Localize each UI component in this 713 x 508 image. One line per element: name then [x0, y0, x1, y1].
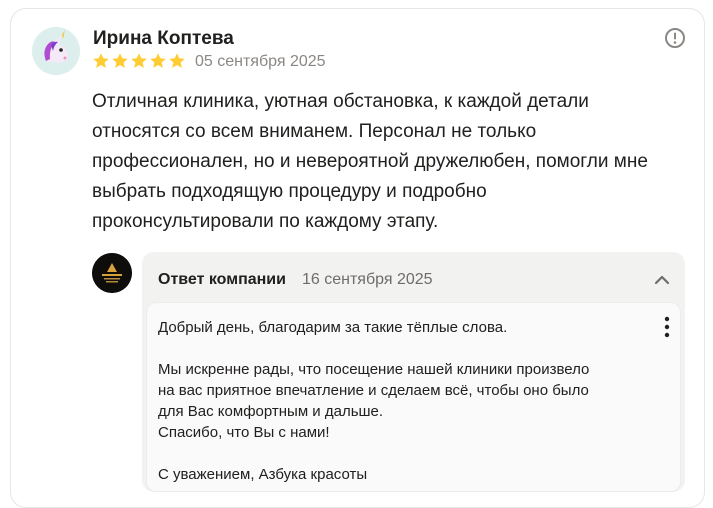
kebab-menu-icon[interactable] [660, 315, 674, 339]
star-icon [150, 53, 166, 68]
reply-line: С уважением, Азбука красоты [158, 466, 368, 483]
review-text-line: профессионален, но и невероятной дружелю… [92, 151, 648, 172]
review-card: Ирина Коптева 05 сентября 2025 Отличная … [10, 8, 705, 508]
review-author[interactable]: Ирина Коптева [93, 28, 234, 50]
reply-line: для Вас комфортным и дальше. [158, 403, 384, 420]
star-icon [131, 53, 147, 68]
review-text-line: Отличная клиника, уютная обстановка, к к… [92, 91, 589, 112]
reply-line: Добрый день, благодарим за такие тёплые … [158, 319, 508, 336]
star-icon [93, 53, 109, 68]
reply-body: Добрый день, благодарим за такие тёплые … [146, 302, 681, 492]
review-text-line: проконсультировали по каждому этапу. [92, 211, 439, 232]
star-icon [112, 53, 128, 68]
user-avatar[interactable] [32, 27, 80, 75]
review-text: Отличная клиника, уютная обстановка, к к… [92, 87, 682, 237]
info-circle-icon[interactable] [664, 27, 686, 49]
reply-line: на вас приятное впечатление и сделаем вс… [158, 382, 589, 399]
star-icon [169, 53, 185, 68]
rating-stars [92, 52, 186, 70]
company-logo[interactable] [92, 253, 132, 293]
review-date: 05 сентября 2025 [195, 53, 326, 70]
reply-line: Спасибо, что Вы с нами! [158, 424, 330, 441]
review-text-line: относятся со всем вниманем. Персонал не … [92, 121, 537, 142]
review-text-line: выбрать подходящую процедуру и подробно [92, 181, 487, 202]
unicorn-icon [32, 27, 80, 75]
reply-line: Мы искренне рады, что посещение нашей кл… [158, 361, 590, 378]
chevron-up-icon[interactable] [652, 272, 672, 288]
company-reply: Ответ компании 16 сентября 2025 Добрый д… [142, 252, 685, 492]
reply-title: Ответ компании [158, 271, 286, 288]
company-logo-mark [92, 253, 132, 293]
reply-text: Добрый день, благодарим за такие тёплые … [158, 317, 638, 485]
reply-date: 16 сентября 2025 [302, 271, 433, 288]
